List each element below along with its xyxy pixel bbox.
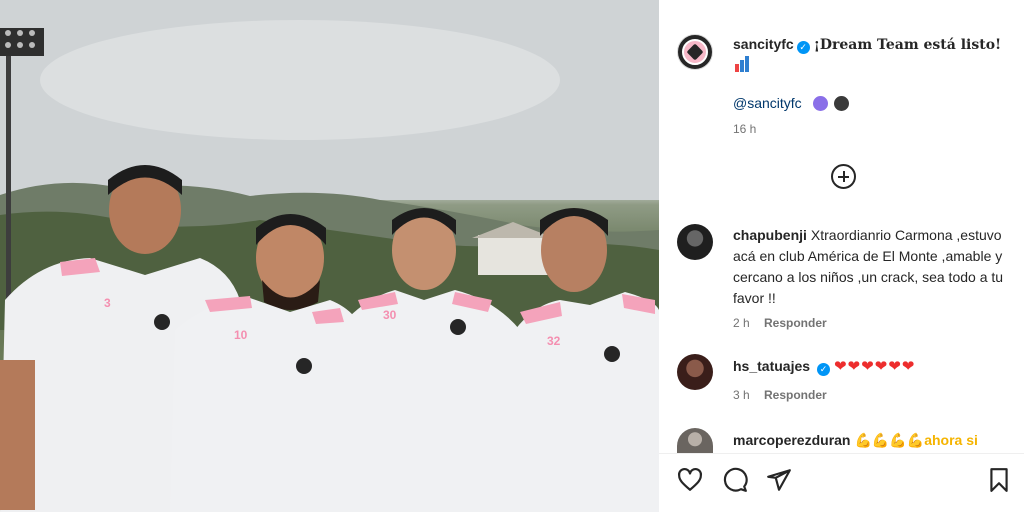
action-bar-divider: [659, 453, 1024, 454]
heart-icon[interactable]: [677, 467, 703, 493]
bar-chart-emoji-icon: [735, 56, 753, 72]
commenter-avatar[interactable]: [677, 224, 713, 260]
team-photo-illustration: [0, 0, 659, 512]
jersey-number: 10: [234, 328, 248, 342]
author-avatar[interactable]: [677, 34, 713, 70]
commenter-username[interactable]: hs_tatuajes: [733, 358, 810, 374]
reply-button[interactable]: Responder: [764, 316, 827, 330]
comment-time: 2 h: [733, 316, 750, 330]
reply-button[interactable]: Responder: [764, 388, 827, 402]
jersey-number: 3: [104, 296, 111, 310]
comment-time: 3 h: [733, 388, 750, 402]
comment-text: 💪💪💪💪ahora si: [854, 432, 978, 448]
black-circle-icon: [834, 96, 849, 111]
load-more-comments-icon[interactable]: [831, 164, 856, 189]
caption: sancityfc ✓ ¡Dream Team está listo!: [733, 36, 1013, 54]
bookmark-icon[interactable]: [986, 467, 1012, 493]
comment-icon[interactable]: [722, 467, 748, 493]
author-username[interactable]: sancityfc: [733, 36, 794, 52]
comment-text: ❤❤❤❤❤❤: [833, 358, 916, 375]
verified-badge-icon: ✓: [817, 363, 831, 376]
post-photo[interactable]: 3 10 30 32: [0, 0, 659, 512]
comment-item: hs_tatuajes ✓ ❤❤❤❤❤❤: [733, 356, 1013, 377]
post-time: 16 h: [733, 122, 757, 136]
share-icon[interactable]: [766, 467, 792, 493]
jersey-number: 32: [547, 334, 561, 348]
comment-item: chapubenji Xtraordianrio Carmona ,estuvo …: [733, 225, 1013, 309]
jersey-number: 30: [383, 308, 397, 322]
verified-badge-icon: ✓: [796, 41, 810, 54]
commenter-avatar[interactable]: [677, 354, 713, 390]
mention-link[interactable]: @sancityfc: [733, 95, 802, 111]
commenter-username[interactable]: chapubenji: [733, 227, 807, 243]
caption-text: ¡Dream Team está listo!: [813, 37, 1002, 53]
commenter-username[interactable]: marcoperezduran: [733, 432, 850, 448]
comment-item: marcoperezduran 💪💪💪💪ahora si: [733, 430, 1013, 452]
purple-circle-icon: [813, 96, 828, 111]
